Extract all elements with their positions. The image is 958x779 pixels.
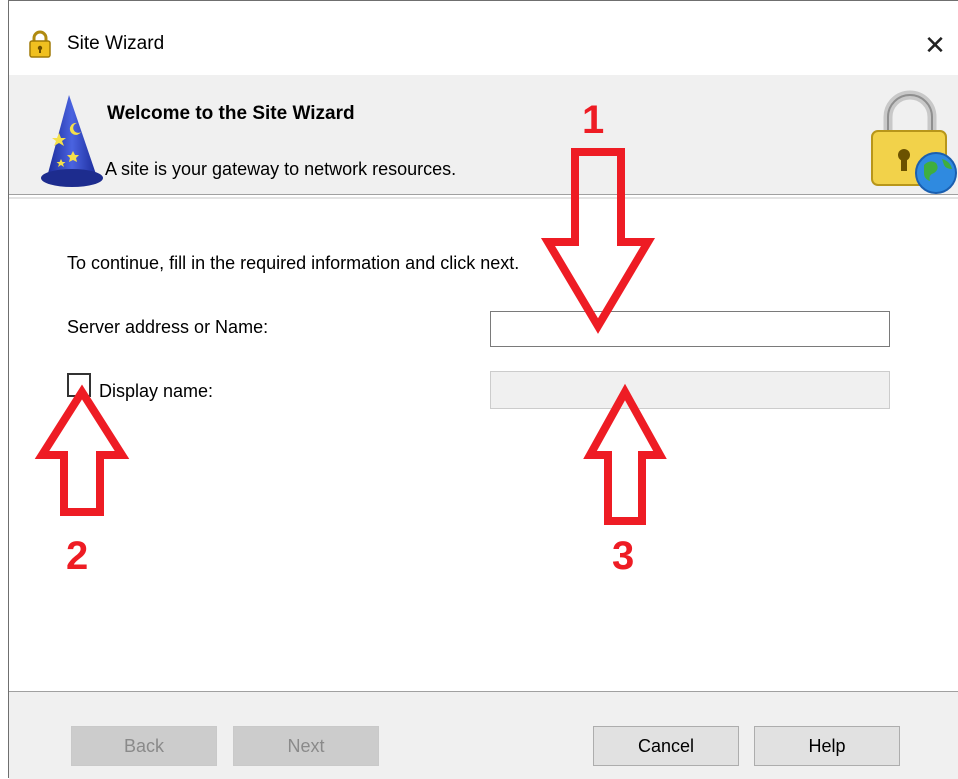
close-button[interactable]: ✕ [912, 25, 958, 65]
display-name-label: Display name: [99, 381, 214, 401]
help-button[interactable]: Help [754, 726, 900, 766]
button-bar: Back Next Cancel Help [9, 692, 958, 779]
next-button[interactable]: Next [233, 726, 379, 766]
server-address-input[interactable] [490, 311, 890, 347]
server-address-label: Server address or Name: [67, 317, 269, 337]
close-icon: ✕ [924, 29, 946, 60]
wizard-heading: Welcome to the Site Wizard [107, 103, 355, 124]
wizard-subheading: A site is your gateway to network resour… [105, 159, 457, 179]
display-name-input[interactable] [490, 371, 890, 409]
padlock-icon [29, 30, 51, 58]
display-name-checkbox[interactable] [67, 373, 91, 397]
wizard-hat-icon [41, 95, 103, 187]
cancel-button[interactable]: Cancel [593, 726, 739, 766]
back-button[interactable]: Back [71, 726, 217, 766]
lock-globe-icon [871, 90, 957, 194]
site-wizard-window: Site Wizard ✕ Welcome to the Site Wizard… [8, 0, 958, 779]
instruction-text: To continue, fill in the required inform… [67, 253, 520, 273]
header-divider [9, 197, 958, 199]
window-title: Site Wizard [67, 33, 165, 54]
wizard-header: Welcome to the Site Wizard A site is you… [9, 75, 958, 195]
title-bar: Site Wizard ✕ [9, 1, 958, 75]
